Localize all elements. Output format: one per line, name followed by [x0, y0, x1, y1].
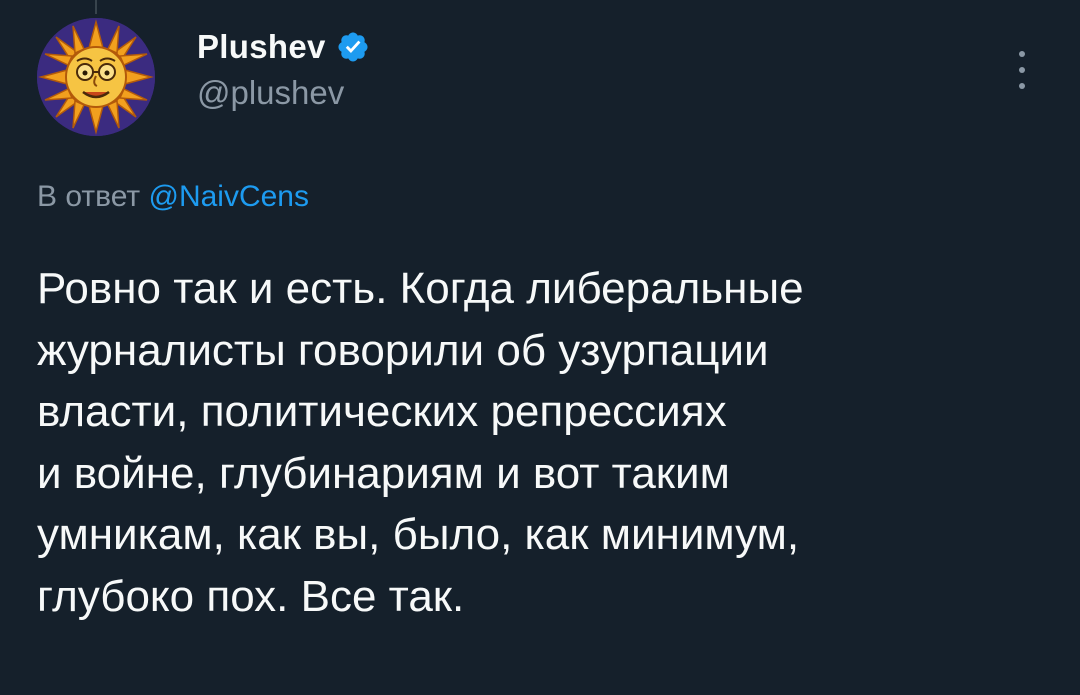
- thread-connector-line: [95, 0, 97, 14]
- tweet-text: Ровно так и есть. Когда либеральные журн…: [37, 264, 804, 621]
- reply-to-mention-link[interactable]: @NaivCens: [148, 180, 309, 213]
- tweet-author[interactable]: Plushev @plushev: [197, 22, 370, 112]
- author-display-name[interactable]: Plushev: [197, 28, 326, 66]
- author-name-row: Plushev: [197, 22, 370, 72]
- more-options-icon[interactable]: [1012, 48, 1032, 92]
- reply-to-prefix: В ответ: [37, 180, 141, 213]
- sun-face-icon: [37, 18, 155, 136]
- avatar[interactable]: [37, 18, 155, 136]
- author-handle[interactable]: @plushev: [197, 74, 370, 112]
- reply-to-line: В ответ @NaivCens: [37, 180, 309, 214]
- verified-badge-icon: [338, 32, 368, 62]
